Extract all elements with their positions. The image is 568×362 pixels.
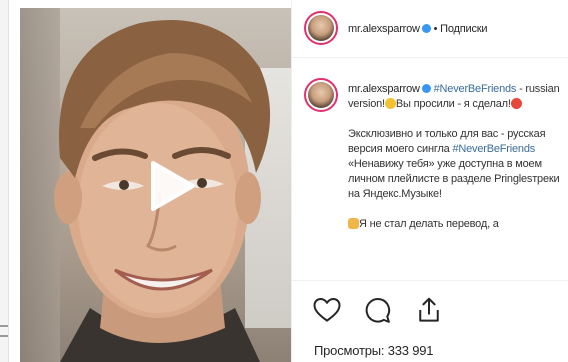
left-page-edge (0, 0, 9, 362)
caption-username[interactable]: mr.alexsparrow (348, 83, 420, 95)
edge-mark (0, 335, 8, 337)
caption-paragraph-3: Я не стал делать перевод, а (359, 218, 499, 230)
hand-emoji-icon (348, 218, 359, 229)
heart-eyes-emoji-icon (510, 98, 522, 109)
post-header: mr.alexsparrow • Подписки (292, 0, 568, 58)
post-side-panel: mr.alexsparrow • Подписки mr.alexsparrow… (291, 0, 568, 362)
heart-icon[interactable] (312, 295, 342, 325)
caption-intro-end: Вы просили - я сделал! (395, 98, 511, 110)
header-separator: • (433, 23, 438, 35)
caption-avatar[interactable] (304, 78, 338, 112)
grinning-emoji-icon (384, 98, 396, 109)
edge-mark (0, 325, 8, 327)
post-actions: Просмотры: 333 991 (292, 280, 568, 362)
views-count: Просмотры: 333 991 (314, 343, 434, 358)
hashtag-link[interactable]: #NeverBeFriends (434, 83, 517, 95)
hashtag-link[interactable]: #NeverBeFriends (452, 143, 535, 155)
caption-paragraph-2-rest: «Ненавижу тебя» уже доступна в моем личн… (348, 158, 560, 200)
verified-icon (421, 84, 431, 93)
post-video[interactable] (20, 8, 291, 362)
share-icon[interactable] (414, 295, 444, 325)
verified-icon (421, 24, 431, 33)
following-button[interactable]: Подписки (440, 23, 487, 35)
post-caption: mr.alexsparrow #NeverBeFriends - russian… (348, 82, 564, 247)
header-username[interactable]: mr.alexsparrow (348, 23, 420, 35)
play-icon[interactable] (147, 159, 197, 213)
avatar[interactable] (304, 11, 338, 45)
comment-icon[interactable] (362, 295, 392, 325)
